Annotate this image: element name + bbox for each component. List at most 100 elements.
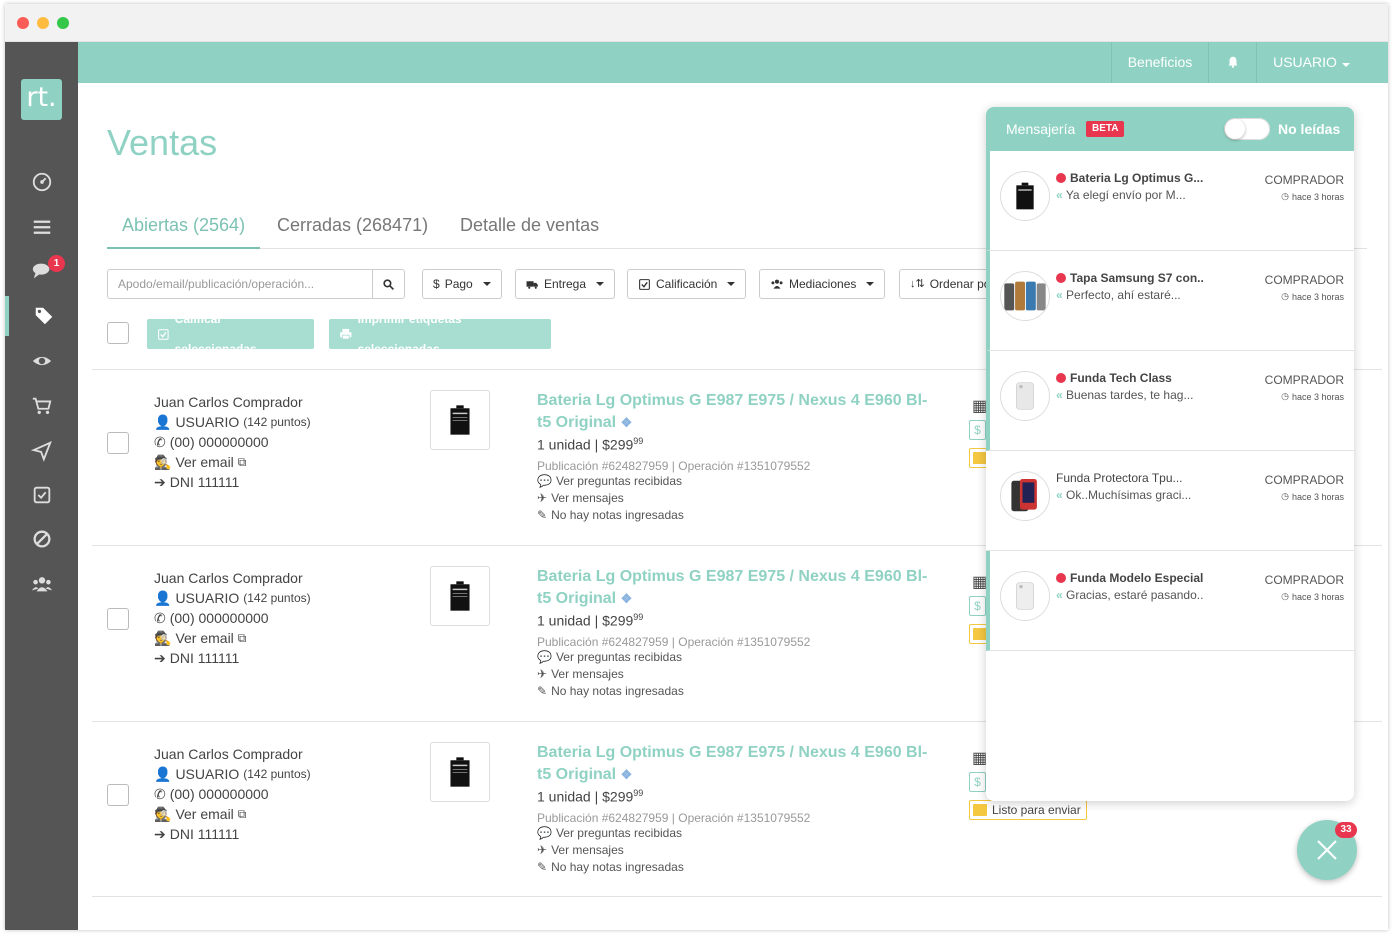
product-qty: 1 unidad | $299 bbox=[537, 612, 634, 629]
sidebar-item-users[interactable] bbox=[5, 564, 78, 604]
product-title: Bateria Lg Optimus G E987 E975 / Nexus 4… bbox=[537, 744, 928, 783]
notifications-button[interactable] bbox=[1208, 42, 1256, 83]
filter-rating[interactable]: Calificación bbox=[627, 269, 747, 299]
messages-label: Ver mensajes bbox=[551, 490, 624, 505]
unread-dot bbox=[1056, 273, 1066, 283]
sort-dropdown[interactable]: ↓⇅ Ordenar po bbox=[899, 269, 999, 299]
search-input[interactable] bbox=[108, 270, 374, 298]
dropbox-icon: ❖ bbox=[620, 591, 633, 606]
print-labels-button[interactable]: Imprimir etiquetas seleccionadas bbox=[329, 312, 551, 356]
sidebar-item-ratings[interactable] bbox=[5, 475, 78, 515]
order-checkbox[interactable] bbox=[107, 432, 129, 454]
copy-icon: ⧉ bbox=[237, 455, 247, 469]
quote-icon: « bbox=[1056, 188, 1063, 202]
conversation-avatar bbox=[1000, 171, 1050, 221]
conversation-preview: Gracias, estaré pasando.. bbox=[1066, 588, 1204, 602]
clock-icon: ◷ bbox=[1281, 391, 1289, 401]
product-title-link[interactable]: Bateria Lg Optimus G E987 E975 / Nexus 4… bbox=[537, 390, 937, 434]
conversation-item[interactable]: Tapa Samsung S7 con.. « Perfecto, ahí es… bbox=[986, 251, 1354, 351]
conversation-time: hace 3 horas bbox=[1291, 191, 1344, 202]
notes-link[interactable]: ✎ No hay notas ingresadas bbox=[537, 859, 937, 876]
tags-icon bbox=[35, 307, 52, 325]
buyer-user: USUARIO bbox=[175, 414, 240, 430]
conversation-item[interactable]: Funda Modelo Especial « Gracias, estaré … bbox=[986, 551, 1354, 651]
print-labels-label: Imprimir etiquetas seleccionadas bbox=[357, 312, 462, 356]
user-menu[interactable]: USUARIO bbox=[1256, 42, 1366, 83]
sidebar-item-views[interactable] bbox=[5, 341, 78, 381]
view-email-link[interactable]: 🕵 Ver email ⧉ bbox=[154, 628, 311, 648]
view-email-link[interactable]: 🕵 Ver email ⧉ bbox=[154, 452, 311, 472]
comments-icon: 💬 bbox=[537, 825, 552, 840]
sidebar-item-menu[interactable] bbox=[5, 207, 78, 247]
tab-open[interactable]: Abiertas (2564) bbox=[107, 206, 261, 249]
unread-dot bbox=[1056, 173, 1066, 183]
conversation-item[interactable]: Funda Tech Class « Buenas tardes, te hag… bbox=[986, 351, 1354, 451]
sidebar-item-dashboard[interactable] bbox=[5, 162, 78, 202]
truck-icon bbox=[526, 280, 538, 289]
notes-link[interactable]: ✎ No hay notas ingresadas bbox=[537, 507, 937, 524]
edit-icon: ✎ bbox=[537, 859, 548, 874]
search-button[interactable] bbox=[372, 270, 404, 298]
quote-icon: « bbox=[1056, 388, 1063, 402]
filter-payment[interactable]: $ Pago bbox=[422, 269, 502, 299]
sidebar-item-sales[interactable] bbox=[5, 296, 78, 336]
sidebar-item-cart[interactable] bbox=[5, 386, 78, 426]
users-icon bbox=[31, 577, 52, 592]
minimize-window-button[interactable] bbox=[37, 17, 49, 29]
questions-link[interactable]: 💬 Ver preguntas recibidas bbox=[537, 825, 937, 842]
sidebar-item-messages[interactable] bbox=[5, 251, 78, 291]
product-thumbnail[interactable] bbox=[430, 742, 490, 802]
view-email-link[interactable]: 🕵 Ver email ⧉ bbox=[154, 804, 311, 824]
app-logo[interactable]: rt. bbox=[21, 79, 62, 120]
product-cents: 99 bbox=[633, 436, 644, 446]
product-thumbnail[interactable] bbox=[430, 390, 490, 450]
publication-info: Publicación #624827959 | Operación #1351… bbox=[537, 634, 811, 649]
rate-selected-button[interactable]: Calificar seleccionadas bbox=[147, 312, 314, 356]
sidebar-item-blocked[interactable] bbox=[5, 519, 78, 559]
rate-selected-label: Calificar seleccionadas bbox=[174, 312, 257, 356]
filter-rating-label: Calificación bbox=[656, 277, 718, 291]
paper-plane-icon: ✈ bbox=[537, 490, 548, 505]
tab-sales-detail[interactable]: Detalle de ventas bbox=[445, 206, 614, 249]
product-qty: 1 unidad | $299 bbox=[537, 436, 634, 453]
buyer-info: Juan Carlos Comprador 👤 USUARIO (142 punto… bbox=[154, 392, 311, 492]
battery-image bbox=[450, 405, 470, 435]
order-checkbox[interactable] bbox=[107, 784, 129, 806]
maximize-window-button[interactable] bbox=[57, 17, 69, 29]
dropbox-icon: ❖ bbox=[620, 767, 633, 782]
product-title: Bateria Lg Optimus G E987 E975 / Nexus 4… bbox=[537, 392, 928, 431]
quote-icon: « bbox=[1056, 488, 1063, 502]
product-title-link[interactable]: Bateria Lg Optimus G E987 E975 / Nexus 4… bbox=[537, 566, 937, 610]
buyer-dni: DNI 111111 bbox=[169, 826, 240, 842]
shipping-status-tag: Listo para enviar bbox=[969, 800, 1087, 820]
messages-link[interactable]: ✈ Ver mensajes bbox=[537, 490, 937, 507]
unread-toggle-label: No leídas bbox=[1278, 121, 1341, 137]
messages-link[interactable]: ✈ Ver mensajes bbox=[537, 842, 937, 859]
unread-toggle[interactable] bbox=[1224, 118, 1270, 140]
phone-icon: ✆ bbox=[154, 786, 166, 802]
notes-link[interactable]: ✎ No hay notas ingresadas bbox=[537, 683, 937, 700]
battery-image bbox=[450, 581, 470, 611]
conversation-preview: Perfecto, ahí estaré... bbox=[1066, 288, 1181, 302]
questions-link[interactable]: 💬 Ver preguntas recibidas bbox=[537, 649, 937, 666]
tab-closed[interactable]: Cerradas (268471) bbox=[262, 206, 443, 249]
close-window-button[interactable] bbox=[17, 17, 29, 29]
order-checkbox[interactable] bbox=[107, 608, 129, 630]
product-thumbnail[interactable] bbox=[430, 566, 490, 626]
questions-link[interactable]: 💬 Ver preguntas recibidas bbox=[537, 473, 937, 490]
view-email-label: Ver email bbox=[175, 806, 234, 822]
buyer-points: (142 puntos) bbox=[243, 591, 311, 605]
sidebar-item-send[interactable] bbox=[5, 431, 78, 471]
payment-status-icon: $ bbox=[969, 772, 986, 792]
filter-mediations[interactable]: Mediaciones bbox=[759, 269, 886, 299]
benefits-link[interactable]: Beneficios bbox=[1111, 42, 1208, 83]
sort-label: Ordenar po bbox=[929, 277, 991, 291]
filter-delivery[interactable]: Entrega bbox=[515, 269, 616, 299]
conversation-item[interactable]: Funda Protectora Tpu... « Ok..Muchísimas… bbox=[986, 451, 1354, 551]
select-all-checkbox[interactable] bbox=[107, 322, 129, 344]
messages-link[interactable]: ✈ Ver mensajes bbox=[537, 666, 937, 683]
conversation-item[interactable]: Bateria Lg Optimus G... « Ya elegí envío… bbox=[986, 151, 1354, 251]
product-title-link[interactable]: Bateria Lg Optimus G E987 E975 / Nexus 4… bbox=[537, 742, 937, 786]
conversation-time: hace 3 horas bbox=[1291, 491, 1344, 502]
conversation-time: hace 3 horas bbox=[1291, 391, 1344, 402]
